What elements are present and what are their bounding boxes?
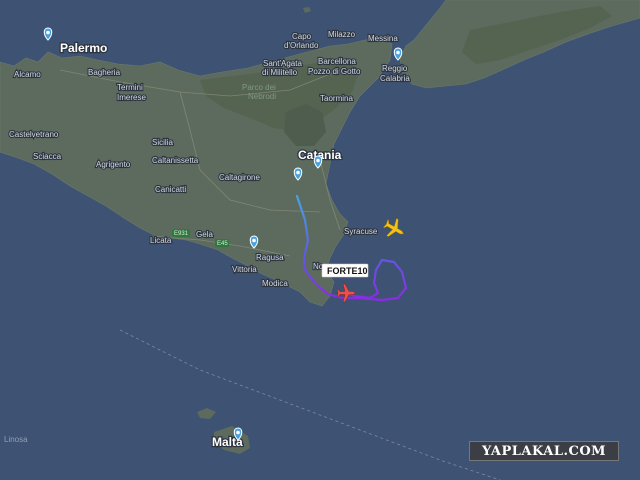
label-caltanissetta: Caltanissetta: [152, 156, 199, 165]
road-badge-e45-label: E45: [217, 241, 228, 247]
road-badge-e931: E931: [172, 229, 190, 237]
watermark: YAPLAKAL.COM: [469, 441, 619, 461]
label-agrigento: Agrigento: [96, 160, 131, 169]
road-badge-e45: E45: [215, 239, 229, 247]
label-bagheria: Bagheria: [88, 68, 121, 77]
label-caltagirone: Caltagirone: [219, 173, 260, 182]
label-vittoria: Vittoria: [232, 265, 257, 274]
label-barcellona: Barcellona: [318, 57, 356, 66]
label-palermo: Palermo: [60, 41, 107, 55]
label-parco: Parco dei: [242, 83, 276, 92]
flight-map[interactable]: E931 E45 Palermo Alcamo Bagheria Termini…: [0, 0, 640, 480]
label-modica: Modica: [262, 279, 288, 288]
label-dorlando: d'Orlando: [284, 41, 319, 50]
label-calabria: Calabria: [380, 74, 410, 83]
label-canicatti: Canicatti: [155, 185, 186, 194]
label-termini: Termini: [117, 83, 143, 92]
label-reggio: Reggio: [382, 64, 408, 73]
road-badge-e931-label: E931: [174, 231, 189, 237]
label-gela: Gela: [196, 230, 213, 239]
label-milazzo: Milazzo: [328, 30, 356, 39]
label-ragusa: Ragusa: [256, 253, 284, 262]
label-linosa: Linosa: [4, 435, 28, 444]
label-sciacca: Sciacca: [33, 152, 62, 161]
label-sicilia: Sicilia: [152, 138, 173, 147]
label-santagata: Sant'Agata: [263, 59, 302, 68]
label-castelvetrano: Castelvetrano: [9, 130, 59, 139]
label-dimilitello: di Militello: [262, 68, 298, 77]
label-taormina: Taormina: [320, 94, 353, 103]
label-syracuse: Syracuse: [344, 227, 378, 236]
label-messina: Messina: [368, 34, 398, 43]
label-pozzodigotto: Pozzo di Gotto: [308, 67, 361, 76]
flight-callsign-text: FORTE10: [327, 266, 368, 276]
flight-callsign-label[interactable]: FORTE10: [321, 263, 369, 278]
label-capo: Capo: [292, 32, 312, 41]
label-alcamo: Alcamo: [14, 70, 41, 79]
label-nebrodi: Nebrodi: [248, 92, 276, 101]
label-imerese: Imerese: [117, 93, 146, 102]
label-licata: Licata: [150, 236, 172, 245]
